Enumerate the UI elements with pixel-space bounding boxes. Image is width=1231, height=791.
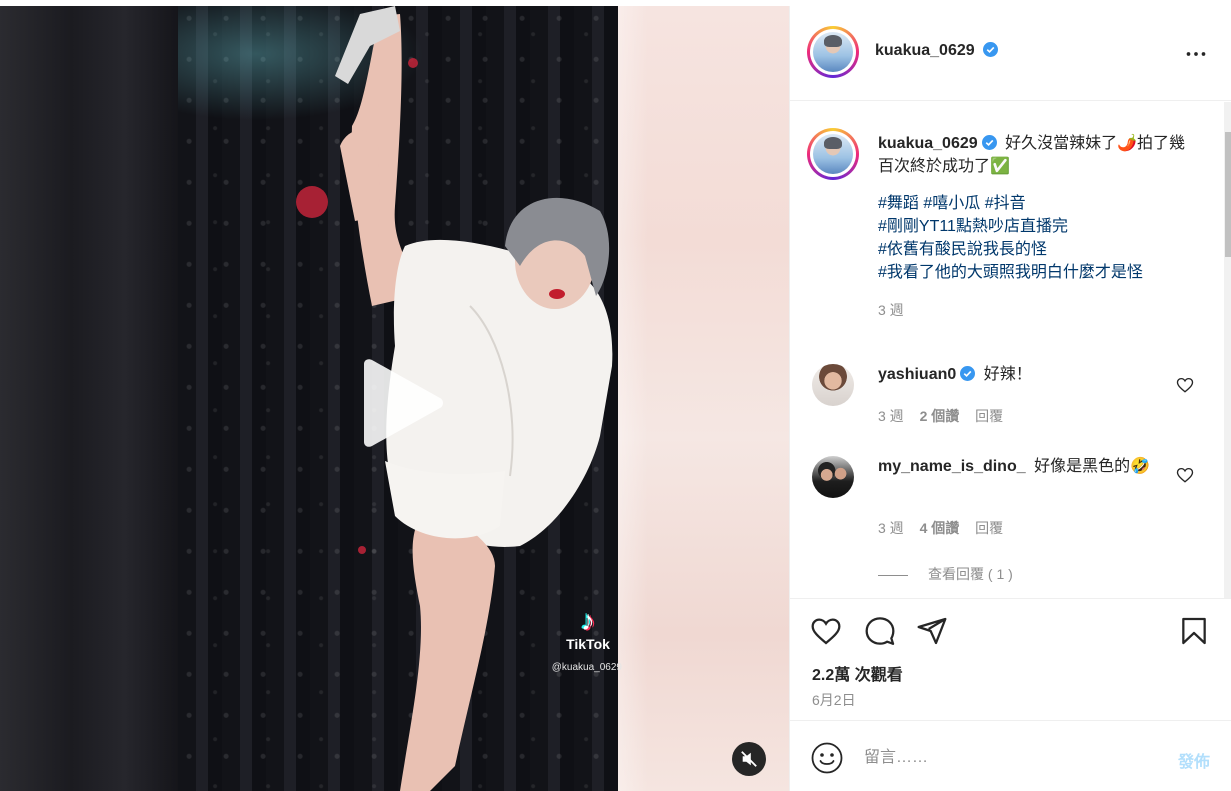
like-comment-heart-icon[interactable] (1176, 376, 1194, 394)
emoji-button[interactable] (810, 741, 844, 775)
smiley-emoji-icon (811, 742, 843, 774)
verified-badge-icon (983, 42, 999, 57)
post-side-panel: kuakua_0629 kuakua_0629 好久沒當辣妹了🌶️拍了幾百次終於… (789, 6, 1231, 791)
share-button[interactable] (914, 613, 950, 649)
comment-text: 好像是黑色的🤣 (1034, 458, 1151, 475)
post-header: kuakua_0629 (790, 6, 1231, 101)
header-username[interactable]: kuakua_0629 (875, 42, 975, 59)
add-comment-bar: 發佈 (790, 720, 1231, 791)
caption: kuakua_0629 好久沒當辣妹了🌶️拍了幾百次終於成功了✅ #舞蹈 #嘻小… (878, 132, 1198, 320)
caption-username[interactable]: kuakua_0629 (878, 135, 978, 152)
comment-meta: 3 週 4 個讚 回覆 (878, 518, 1003, 538)
comment-reply-button[interactable]: 回覆 (975, 520, 1003, 536)
comment-bubble-icon (865, 617, 895, 645)
tiktok-brand: TikTok (566, 636, 610, 652)
more-options-icon[interactable] (1184, 42, 1208, 66)
post-actions: 2.2萬 次觀看 6月2日 (790, 598, 1231, 720)
mute-button[interactable] (732, 742, 766, 776)
comment-reply-button[interactable]: 回覆 (975, 408, 1003, 424)
play-icon (364, 359, 443, 447)
author-avatar[interactable] (807, 26, 859, 78)
verified-badge-icon (981, 135, 997, 150)
post-comment-button[interactable]: 發佈 (1178, 748, 1210, 772)
tiktok-handle: @kuakua_0629 (551, 662, 622, 673)
scrollbar-thumb[interactable] (1225, 132, 1231, 257)
comment-body: my_name_is_dino_ 好像是黑色的🤣 (878, 456, 1168, 478)
comment-time[interactable]: 3 週 (878, 408, 904, 424)
comments-scrollbar[interactable] (1224, 102, 1231, 598)
comment-time[interactable]: 3 週 (878, 520, 904, 536)
comment-body: yashiuan0 好辣！ (878, 364, 1168, 386)
save-button[interactable] (1176, 613, 1212, 649)
instagram-post-page: ♪ TikTok @kuakua_0629 kuakua_0629 kuakua… (0, 0, 1231, 791)
view-replies-button[interactable]: 查看回覆 ( 1 ) (878, 564, 1013, 584)
tiktok-watermark: ♪ TikTok @kuakua_0629 (552, 605, 622, 674)
speaker-muted-icon (741, 751, 757, 767)
header-author: kuakua_0629 (875, 42, 999, 60)
hashtag-line[interactable]: #依舊有酸民說我長的怪 (878, 238, 1198, 261)
bookmark-icon (1182, 617, 1206, 645)
view-count[interactable]: 2.2萬 次觀看 (812, 661, 903, 685)
hashtag-line[interactable]: #剛剛YT11點熱吵店直播完 (878, 215, 1198, 238)
comments-section[interactable]: kuakua_0629 好久沒當辣妹了🌶️拍了幾百次終於成功了✅ #舞蹈 #嘻小… (790, 102, 1231, 598)
send-paper-plane-icon (917, 617, 947, 645)
comment-likes[interactable]: 4 個讚 (920, 520, 960, 536)
verified-badge-icon (960, 366, 976, 381)
like-button[interactable] (808, 613, 844, 649)
tiktok-note-icon: ♪ (581, 605, 595, 636)
commenter-username[interactable]: my_name_is_dino_ (878, 458, 1026, 475)
comment-button[interactable] (862, 613, 898, 649)
hashtag-line[interactable]: #舞蹈 #嘻小瓜 #抖音 (878, 192, 1198, 215)
heart-icon (811, 618, 841, 645)
play-button[interactable] (356, 358, 446, 448)
commenter-avatar[interactable] (812, 364, 854, 406)
comment-meta: 3 週 2 個讚 回覆 (878, 406, 1003, 426)
commenter-avatar[interactable] (812, 456, 854, 498)
commenter-username[interactable]: yashiuan0 (878, 366, 956, 383)
hashtag-line[interactable]: #我看了他的大頭照我明白什麼才是怪 (878, 261, 1198, 284)
comment-text: 好辣！ (983, 366, 1032, 383)
replies-divider-line (878, 574, 908, 576)
comment-input[interactable] (864, 743, 1154, 773)
like-comment-heart-icon[interactable] (1176, 466, 1194, 484)
comment-likes[interactable]: 2 個讚 (920, 408, 960, 424)
caption-hashtags: #舞蹈 #嘻小瓜 #抖音 #剛剛YT11點熱吵店直播完 #依舊有酸民說我長的怪 … (878, 192, 1198, 284)
caption-author-avatar[interactable] (807, 128, 859, 180)
view-replies-label: 查看回覆 ( 1 ) (928, 566, 1013, 582)
post-media[interactable]: ♪ TikTok @kuakua_0629 (0, 6, 789, 791)
caption-time[interactable]: 3 週 (878, 300, 1198, 320)
post-date[interactable]: 6月2日 (812, 690, 856, 710)
